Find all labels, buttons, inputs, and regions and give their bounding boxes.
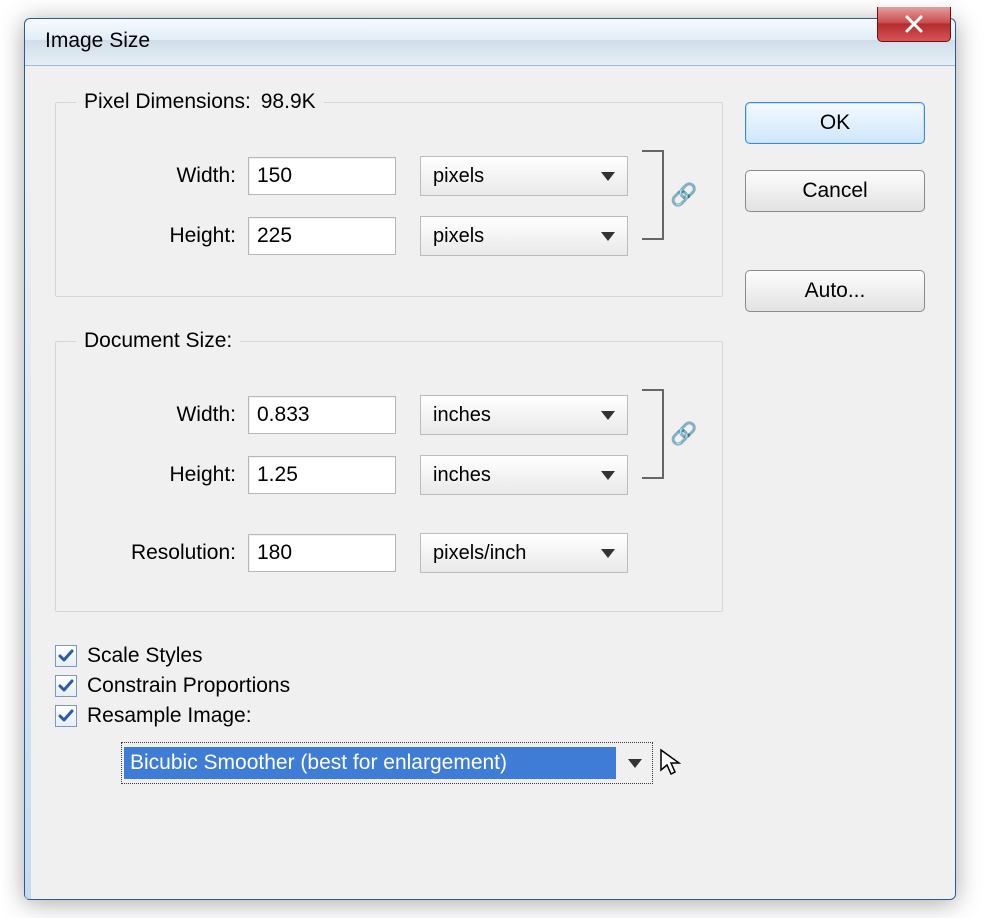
doc-width-input[interactable]	[248, 396, 396, 434]
doc-height-unit-select[interactable]: inches	[420, 455, 628, 495]
doc-height-input[interactable]	[248, 456, 396, 494]
auto-button-label: Auto...	[805, 279, 866, 303]
constrain-checkbox[interactable]	[55, 675, 77, 697]
doc-width-unit-value: inches	[433, 404, 491, 427]
document-size-legend: Document Size:	[76, 329, 240, 353]
dialog-body: Pixel Dimensions: 98.9K Width: pixels	[25, 66, 955, 899]
pixel-dimensions-legend: Pixel Dimensions: 98.9K	[76, 90, 324, 114]
chevron-down-icon	[628, 759, 642, 768]
pixel-height-label: Height:	[76, 224, 248, 248]
resolution-unit-value: pixels/inch	[433, 542, 526, 565]
doc-link-bracket: 🔗	[642, 379, 702, 489]
left-column: Pixel Dimensions: 98.9K Width: pixels	[55, 90, 723, 784]
auto-button[interactable]: Auto...	[745, 270, 925, 312]
document-size-group: Document Size: Width: inches	[55, 329, 723, 612]
resolution-input[interactable]	[248, 534, 396, 572]
pixel-width-unit-value: pixels	[433, 165, 484, 188]
cancel-button-label: Cancel	[802, 179, 867, 203]
chevron-down-icon	[601, 471, 615, 480]
chevron-down-icon	[601, 172, 615, 181]
chain-icon: 🔗	[670, 182, 697, 208]
resolution-unit-select[interactable]: pixels/inch	[420, 533, 628, 573]
resample-method-value: Bicubic Smoother (best for enlargement)	[124, 747, 616, 779]
chevron-down-icon	[601, 232, 615, 241]
ok-button-label: OK	[820, 111, 850, 135]
constrain-label: Constrain Proportions	[87, 674, 290, 698]
pixel-width-label: Width:	[76, 164, 248, 188]
image-size-dialog: Image Size Pixel Dimensions: 98.9K	[24, 18, 956, 900]
pixel-height-unit-select[interactable]: pixels	[420, 216, 628, 256]
close-icon	[903, 13, 925, 35]
doc-width-label: Width:	[76, 403, 248, 427]
pixel-height-input[interactable]	[248, 217, 396, 255]
doc-height-unit-value: inches	[433, 464, 491, 487]
close-button[interactable]	[877, 7, 951, 42]
chain-icon: 🔗	[670, 421, 697, 447]
scale-styles-label: Scale Styles	[87, 644, 203, 668]
pixel-dimensions-size: 98.9K	[261, 90, 316, 114]
pixel-dimensions-legend-label: Pixel Dimensions:	[84, 90, 251, 113]
titlebar: Image Size	[25, 19, 955, 66]
constrain-checkbox-row: Constrain Proportions	[55, 674, 723, 698]
pixel-width-unit-select[interactable]: pixels	[420, 156, 628, 196]
resample-label: Resample Image:	[87, 704, 252, 728]
cancel-button[interactable]: Cancel	[745, 170, 925, 212]
right-column: OK Cancel Auto...	[723, 90, 925, 784]
ok-button[interactable]: OK	[745, 102, 925, 144]
pixel-width-input[interactable]	[248, 157, 396, 195]
scale-styles-checkbox-row: Scale Styles	[55, 644, 723, 668]
doc-width-unit-select[interactable]: inches	[420, 395, 628, 435]
dialog-title: Image Size	[45, 29, 150, 53]
chevron-down-icon	[601, 549, 615, 558]
cursor-icon	[659, 748, 685, 778]
pixel-dimensions-group: Pixel Dimensions: 98.9K Width: pixels	[55, 90, 723, 297]
doc-height-label: Height:	[76, 463, 248, 487]
pixel-height-unit-value: pixels	[433, 225, 484, 248]
resample-checkbox-row: Resample Image:	[55, 704, 723, 728]
resample-checkbox[interactable]	[55, 705, 77, 727]
resample-method-select[interactable]: Bicubic Smoother (best for enlargement)	[121, 742, 653, 784]
chevron-down-icon	[601, 411, 615, 420]
resolution-label: Resolution:	[76, 541, 248, 565]
pixel-link-bracket: 🔗	[642, 140, 702, 250]
scale-styles-checkbox[interactable]	[55, 645, 77, 667]
